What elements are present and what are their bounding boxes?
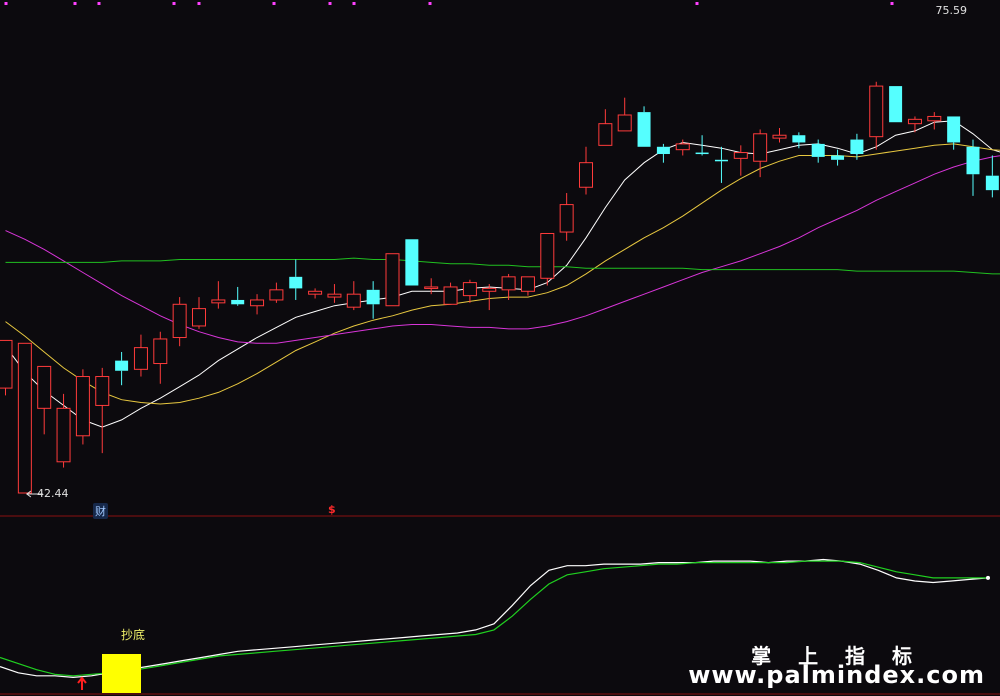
candle-50: [966, 146, 980, 175]
candle-16: [308, 290, 323, 295]
candle-40: [772, 134, 787, 139]
candle-43: [831, 155, 845, 160]
candle-38: [733, 152, 748, 159]
candle-29: [559, 204, 574, 233]
top-dot-8: [428, 2, 432, 5]
candle-42: [811, 143, 825, 157]
candle-37: [714, 159, 728, 162]
candle-4: [75, 376, 90, 437]
top-dot-10: [890, 2, 894, 5]
candle-39: [753, 133, 768, 162]
candle-1: [17, 342, 32, 494]
indicator-end-dot: [986, 575, 990, 580]
candle-20: [385, 253, 400, 307]
candle-6: [115, 360, 129, 371]
candle-19: [366, 289, 380, 305]
ma-line-0: [5, 120, 1000, 428]
candle-27: [520, 276, 535, 292]
candle-22: [424, 286, 439, 289]
candle-24: [462, 282, 477, 297]
candle-47: [907, 118, 922, 125]
candle-17: [327, 293, 342, 298]
ma-line-3: [5, 257, 1000, 275]
candle-2: [37, 365, 52, 409]
candle-18: [346, 293, 361, 308]
candle-46: [889, 86, 903, 123]
price-high-label: 75.59: [935, 4, 968, 17]
candle-51: [985, 175, 999, 191]
candle-34: [656, 146, 670, 155]
price-low-label: 42.44: [37, 487, 69, 500]
dividend-marker[interactable]: $: [328, 503, 336, 516]
stock-chart: [0, 2, 1000, 695]
candle-49: [947, 116, 961, 143]
ma-line-1: [5, 143, 1000, 405]
top-dot-5: [272, 2, 276, 5]
top-dot-9: [695, 2, 699, 5]
top-dot-7: [352, 2, 356, 5]
candle-9: [172, 303, 187, 339]
candle-26: [501, 276, 516, 291]
candle-25: [482, 287, 497, 292]
candle-32: [617, 114, 632, 132]
candle-14: [269, 289, 284, 301]
top-dot-0: [4, 2, 8, 5]
watermark-url: www.palmindex.com: [688, 661, 985, 689]
top-dot-4: [197, 2, 201, 5]
candle-30: [579, 162, 593, 188]
financial-report-marker[interactable]: 财: [93, 503, 108, 519]
candle-10: [192, 308, 206, 327]
buy-signal-box: [102, 654, 141, 693]
candle-36: [695, 152, 709, 155]
candle-7: [133, 347, 148, 370]
top-dot-1: [73, 2, 77, 5]
top-dot-2: [97, 2, 101, 5]
candle-44: [850, 139, 864, 155]
candle-15: [289, 276, 303, 289]
candle-3: [56, 407, 71, 463]
candle-12: [231, 299, 245, 305]
top-dot-3: [172, 2, 176, 5]
candle-0: [0, 339, 13, 389]
candle-13: [250, 299, 265, 307]
candle-41: [792, 135, 806, 143]
ma-line-2: [5, 155, 1000, 344]
candle-11: [211, 299, 226, 304]
candle-8: [153, 338, 168, 365]
buy-arrow-icon: [77, 676, 87, 690]
candle-31: [598, 123, 613, 146]
buy-signal-label: 抄底: [121, 628, 146, 642]
top-dot-6: [328, 2, 332, 5]
candle-21: [405, 239, 419, 286]
candle-23: [443, 286, 458, 305]
candle-45: [869, 85, 884, 138]
candle-5: [95, 376, 110, 406]
candle-35: [675, 143, 690, 151]
candle-48: [927, 115, 942, 122]
candle-28: [540, 232, 555, 279]
candle-33: [637, 112, 651, 147]
